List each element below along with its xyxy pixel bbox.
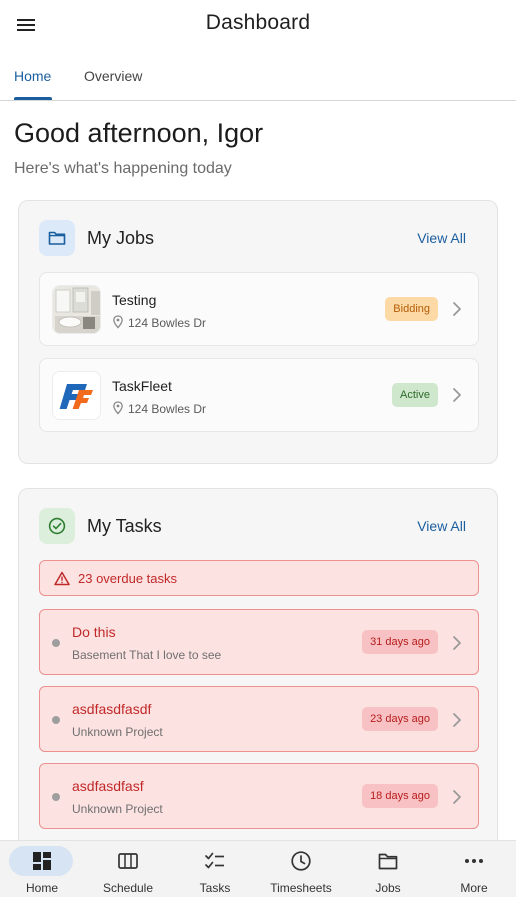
active-tab-indicator xyxy=(14,97,52,100)
task-status-dot xyxy=(52,793,60,801)
chevron-right-icon xyxy=(453,790,461,804)
nav-label: Timesheets xyxy=(270,881,332,895)
chevron-right-icon xyxy=(453,388,461,402)
job-row-testing[interactable]: Testing 124 Bowles Dr Bidding xyxy=(39,272,479,346)
job-thumbnail xyxy=(52,285,101,334)
nav-label: Schedule xyxy=(102,881,154,895)
clock-icon xyxy=(291,851,311,871)
folder-icon xyxy=(378,853,398,870)
task-project: Unknown Project xyxy=(72,725,163,739)
task-age-badge: 18 days ago xyxy=(362,784,438,808)
my-jobs-view-all-link[interactable]: View All xyxy=(417,230,466,246)
my-jobs-card: My Jobs View All Testing 124 Bowles Dr B… xyxy=(18,200,498,464)
job-name: Testing xyxy=(112,292,157,308)
tab-overview[interactable]: Overview xyxy=(84,68,142,84)
job-address: 124 Bowles Dr xyxy=(128,402,207,416)
nav-tasks[interactable]: Tasks xyxy=(172,841,258,897)
greeting-title: Good afternoon, Igor xyxy=(14,118,264,148)
nav-more[interactable]: More xyxy=(431,841,516,897)
dashboard-icon xyxy=(33,852,51,870)
page-title: Dashboard xyxy=(205,11,311,34)
folder-icon xyxy=(48,231,66,245)
chevron-right-icon xyxy=(453,302,461,316)
nav-home[interactable]: Home xyxy=(0,841,85,897)
more-horizontal-icon xyxy=(465,859,483,863)
greeting-subtitle: Here's what's happening today xyxy=(14,160,232,177)
my-tasks-view-all-link[interactable]: View All xyxy=(417,518,466,534)
task-title: asdfasdfasdf xyxy=(72,701,152,717)
my-jobs-title: My Jobs xyxy=(87,228,155,248)
warning-triangle-icon xyxy=(54,571,70,586)
nav-label: Tasks xyxy=(199,881,231,895)
taskfleet-logo xyxy=(53,372,100,419)
chevron-right-icon xyxy=(453,713,461,727)
nav-label: Jobs xyxy=(375,881,401,895)
my-tasks-card: My Tasks View All 23 overdue tasks Do th… xyxy=(18,488,498,868)
checklist-icon xyxy=(205,852,224,869)
nav-timesheets[interactable]: Timesheets xyxy=(258,841,344,897)
job-address: 124 Bowles Dr xyxy=(128,316,207,330)
job-row-taskfleet[interactable]: TaskFleet 124 Bowles Dr Active xyxy=(39,358,479,432)
job-thumbnail xyxy=(52,371,101,420)
tab-home[interactable]: Home xyxy=(14,68,51,84)
my-jobs-icon-tile xyxy=(39,220,75,256)
task-age-badge: 31 days ago xyxy=(362,630,438,654)
nav-schedule[interactable]: Schedule xyxy=(85,841,171,897)
job-name: TaskFleet xyxy=(112,378,172,394)
task-title: asdfasdfasf xyxy=(72,778,144,794)
my-tasks-title: My Tasks xyxy=(87,516,162,536)
task-project: Unknown Project xyxy=(72,802,163,816)
menu-button[interactable] xyxy=(12,12,40,38)
location-pin-icon xyxy=(113,315,123,329)
app-bar: Dashboard xyxy=(0,0,516,50)
overdue-count-text: 23 overdue tasks xyxy=(78,571,178,586)
task-row[interactable]: Do this Basement That I love to see 31 d… xyxy=(39,609,479,675)
task-row[interactable]: asdfasdfasf Unknown Project 18 days ago xyxy=(39,763,479,829)
nav-jobs[interactable]: Jobs xyxy=(345,841,431,897)
task-row[interactable]: asdfasdfasdf Unknown Project 23 days ago xyxy=(39,686,479,752)
tab-bar: Home Overview xyxy=(0,58,516,101)
calendar-columns-icon xyxy=(118,853,138,869)
nav-label: Home xyxy=(25,881,58,895)
chevron-right-icon xyxy=(453,636,461,650)
overdue-tasks-alert[interactable]: 23 overdue tasks xyxy=(39,560,479,596)
task-status-dot xyxy=(52,639,60,647)
status-badge: Active xyxy=(392,383,438,407)
location-pin-icon xyxy=(113,401,123,415)
bathroom-photo xyxy=(53,286,100,333)
nav-label: More xyxy=(460,881,488,895)
bottom-navigation: Home Schedule Tasks Timesheets Jobs More xyxy=(0,840,516,897)
task-status-dot xyxy=(52,716,60,724)
hamburger-menu-icon xyxy=(17,19,35,31)
my-tasks-icon-tile xyxy=(39,508,75,544)
check-circle-icon xyxy=(48,517,66,535)
task-age-badge: 23 days ago xyxy=(362,707,438,731)
status-badge: Bidding xyxy=(385,297,438,321)
task-project: Basement That I love to see xyxy=(72,648,222,662)
task-title: Do this xyxy=(72,624,116,640)
